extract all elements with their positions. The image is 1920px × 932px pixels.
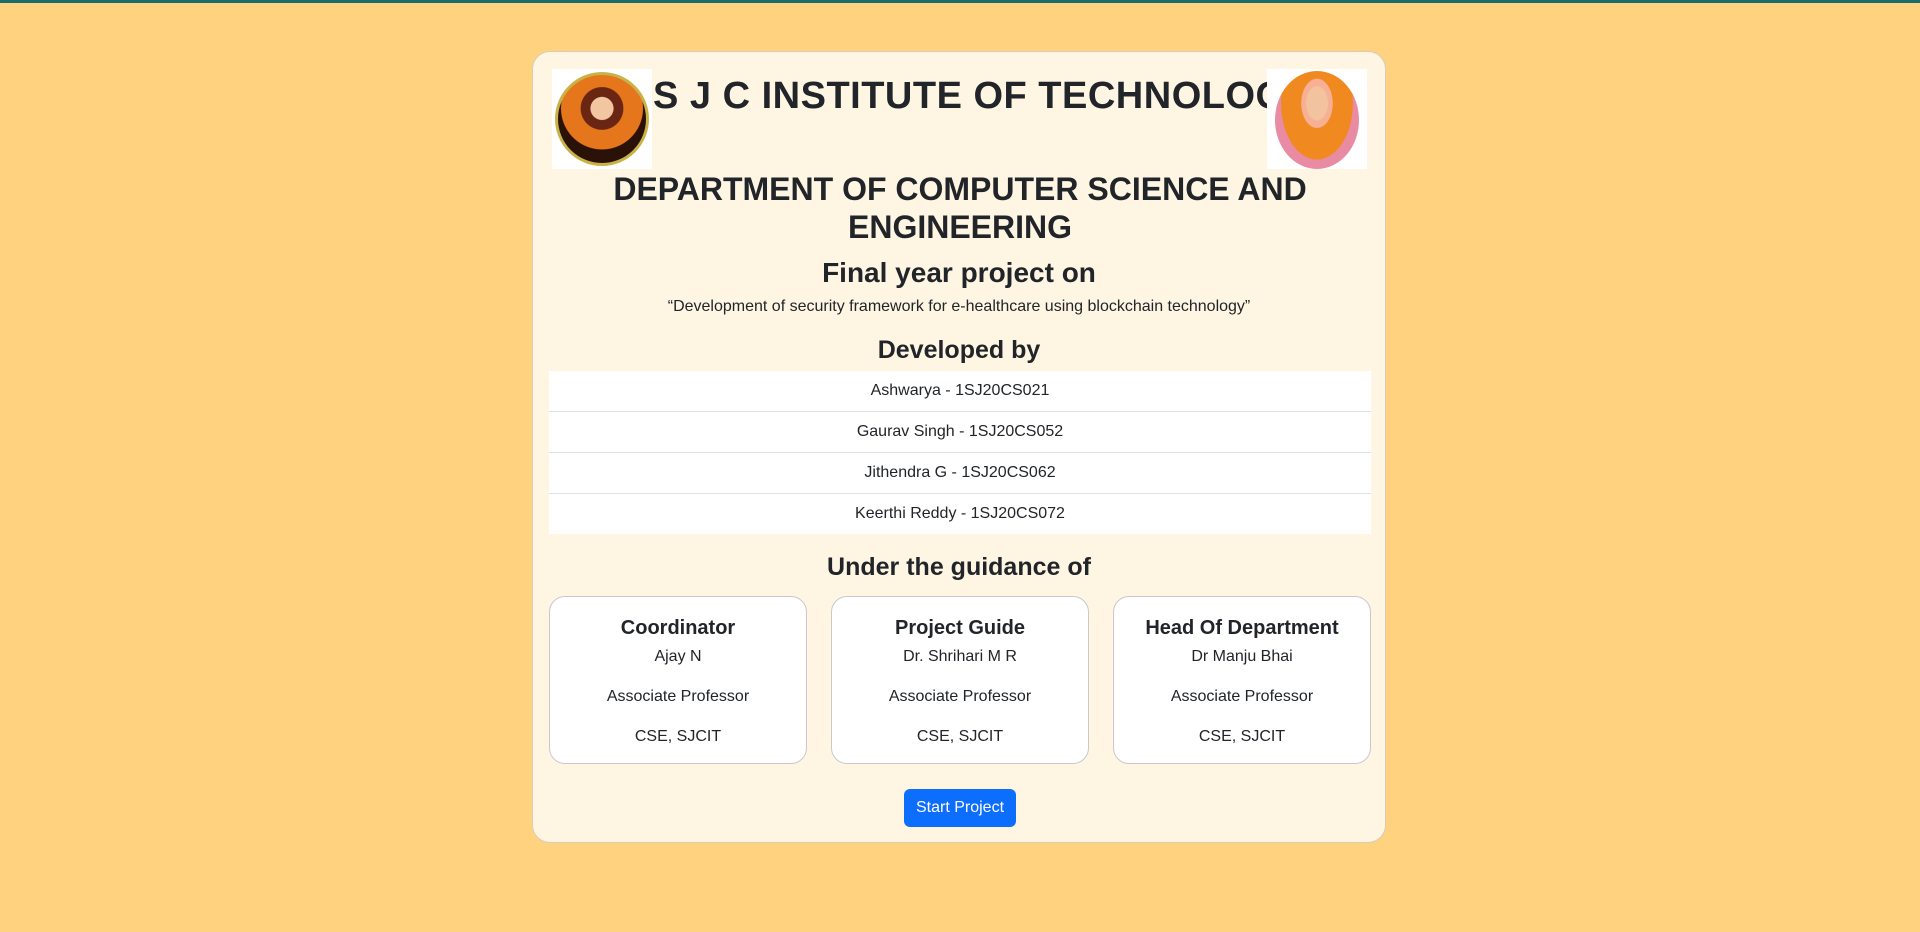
portrait-left-medallion: [555, 72, 649, 166]
coordinator-card: Coordinator Ajay N Associate Professor C…: [549, 596, 807, 764]
guide-department: CSE, SJCIT: [916, 728, 1004, 745]
guide-department: CSE, SJCIT: [634, 728, 722, 745]
project-title: “Development of security framework for e…: [667, 298, 1251, 315]
guide-role: Coordinator: [620, 617, 736, 639]
developer-item: Gaurav Singh - 1SJ20CS052: [549, 412, 1371, 453]
start-project-button[interactable]: Start Project: [904, 789, 1016, 827]
developed-by-heading: Developed by: [877, 336, 1041, 364]
guidance-cards: Coordinator Ajay N Associate Professor C…: [549, 596, 1371, 766]
institute-title: S J C INSTITUTE OF TECHNOLOGY: [653, 75, 1312, 117]
guide-department: CSE, SJCIT: [1198, 728, 1286, 745]
guide-name: Ajay N: [654, 648, 702, 665]
portrait-right-image: [1267, 69, 1367, 169]
guide-role: Head Of Department: [1145, 617, 1339, 639]
hod-card: Head Of Department Dr Manju Bhai Associa…: [1113, 596, 1371, 764]
department-title: DEPARTMENT OF COMPUTER SCIENCE AND ENGIN…: [613, 171, 1307, 245]
portrait-left-image: [552, 69, 652, 169]
guide-designation: Associate Professor: [1170, 688, 1314, 705]
developer-item: Keerthi Reddy - 1SJ20CS072: [855, 505, 1065, 522]
guide-name: Dr. Shrihari M R: [903, 648, 1017, 665]
main-card: S J C INSTITUTE OF TECHNOLOGY DEPARTMENT…: [532, 51, 1386, 843]
portrait-right-medallion: [1275, 71, 1359, 169]
guide-role: Project Guide: [894, 617, 1026, 639]
project-heading: Final year project on: [822, 257, 1096, 288]
developer-item: Jithendra G - 1SJ20CS062: [549, 453, 1371, 494]
top-border: [0, 0, 1920, 3]
project-guide-card: Project Guide Dr. Shrihari M R Associate…: [831, 596, 1089, 764]
guide-designation: Associate Professor: [606, 688, 750, 705]
developer-item: Ashwarya - 1SJ20CS021: [549, 371, 1371, 412]
guide-name: Dr Manju Bhai: [1191, 648, 1293, 665]
developer-list: Ashwarya - 1SJ20CS021 Gaurav Singh - 1SJ…: [549, 371, 1371, 534]
guidance-heading: Under the guidance of: [827, 553, 1091, 581]
guide-designation: Associate Professor: [888, 688, 1032, 705]
